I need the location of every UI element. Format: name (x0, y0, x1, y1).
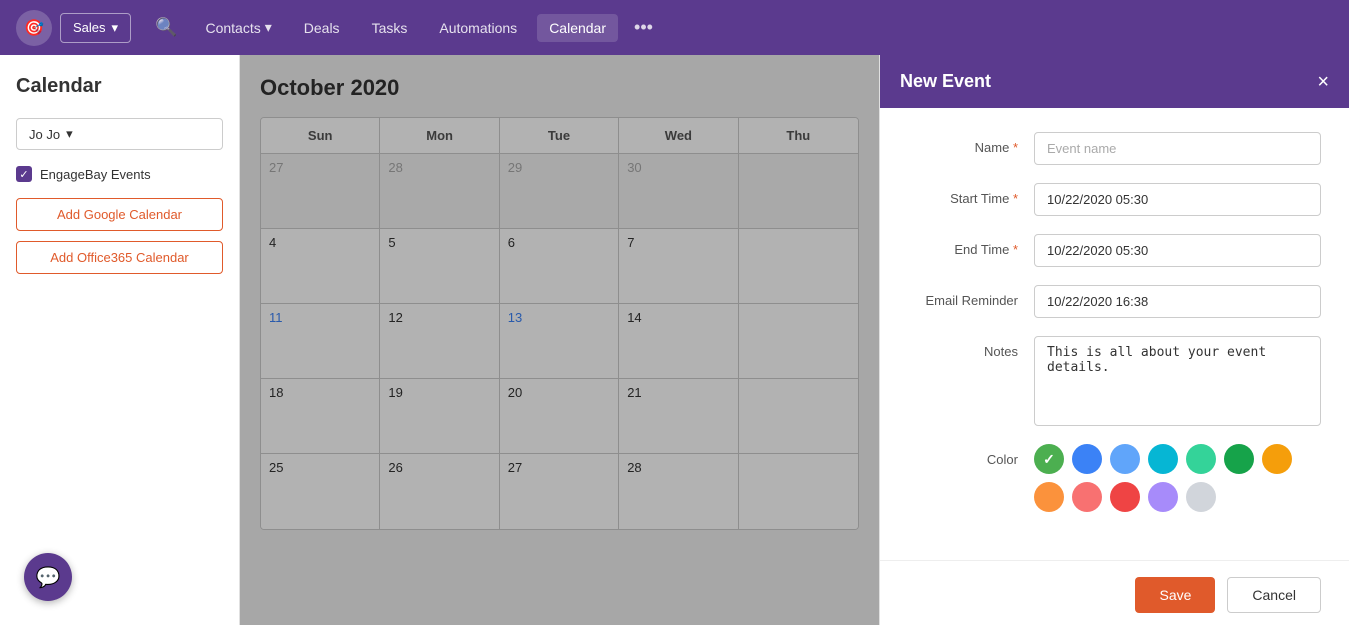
event-panel-title: New Event (900, 71, 991, 92)
nav-deals[interactable]: Deals (292, 14, 352, 42)
end-time-input[interactable] (1034, 234, 1321, 267)
color-label: Color (908, 444, 1018, 467)
start-time-input[interactable] (1034, 183, 1321, 216)
add-office365-calendar-button[interactable]: Add Office365 Calendar (16, 241, 223, 274)
user-name: Jo Jo (29, 127, 60, 142)
color-option[interactable] (1034, 482, 1064, 512)
calendar-area: October 2020 Sun Mon Tue Wed Thu 2728293… (240, 55, 879, 625)
email-reminder-input[interactable] (1034, 285, 1321, 318)
color-option[interactable] (1110, 444, 1140, 474)
color-option[interactable] (1110, 482, 1140, 512)
start-time-field-row: Start Time * (908, 183, 1321, 216)
color-option[interactable] (1262, 444, 1292, 474)
color-option[interactable] (1148, 444, 1178, 474)
event-panel-body: Name * Start Time * End Time * (880, 108, 1349, 560)
event-name-input[interactable] (1034, 132, 1321, 165)
engagebay-events-label: EngageBay Events (40, 167, 151, 182)
color-options (1034, 444, 1321, 512)
new-event-panel: New Event × Name * Start Time * (879, 55, 1349, 625)
more-options-icon[interactable]: ••• (626, 13, 661, 42)
end-time-field-row: End Time * (908, 234, 1321, 267)
sidebar: Calendar Jo Jo ▾ ✓ EngageBay Events Add … (0, 55, 240, 625)
chat-button[interactable]: 💬 (24, 553, 72, 601)
search-icon[interactable]: 🔍 (147, 13, 185, 42)
color-option[interactable] (1186, 444, 1216, 474)
nav-tasks[interactable]: Tasks (360, 14, 420, 42)
add-google-calendar-button[interactable]: Add Google Calendar (16, 198, 223, 231)
nav-contacts[interactable]: Contacts ▾ (193, 13, 283, 42)
color-option[interactable] (1148, 482, 1178, 512)
end-required-indicator: * (1013, 242, 1018, 257)
color-option[interactable] (1034, 444, 1064, 474)
color-option[interactable] (1072, 482, 1102, 512)
color-option[interactable] (1072, 444, 1102, 474)
event-panel-footer: Save Cancel (880, 560, 1349, 625)
user-arrow-icon: ▾ (66, 126, 73, 142)
color-option[interactable] (1186, 482, 1216, 512)
email-reminder-field-row: Email Reminder (908, 285, 1321, 318)
chat-icon: 💬 (36, 565, 61, 590)
sidebar-title: Calendar (16, 75, 223, 98)
email-reminder-label: Email Reminder (908, 285, 1018, 308)
start-time-label: Start Time * (908, 183, 1018, 206)
notes-label: Notes (908, 336, 1018, 359)
notes-field-row: Notes This is all about your event detai… (908, 336, 1321, 426)
color-option[interactable] (1224, 444, 1254, 474)
contacts-arrow-icon: ▾ (265, 19, 272, 36)
name-field-row: Name * (908, 132, 1321, 165)
start-required-indicator: * (1013, 191, 1018, 206)
engagebay-events-checkbox-row: ✓ EngageBay Events (16, 166, 223, 182)
nav-automations[interactable]: Automations (427, 14, 529, 42)
color-picker-row: Color (908, 444, 1321, 512)
dropdown-arrow-icon: ▾ (112, 20, 119, 36)
engagebay-events-checkbox[interactable]: ✓ (16, 166, 32, 182)
main-layout: Calendar Jo Jo ▾ ✓ EngageBay Events Add … (0, 55, 1349, 625)
cancel-button[interactable]: Cancel (1227, 577, 1321, 613)
nav-calendar[interactable]: Calendar (537, 14, 618, 42)
sales-label: Sales (73, 20, 106, 35)
name-label: Name * (908, 132, 1018, 155)
save-button[interactable]: Save (1135, 577, 1215, 613)
user-selector-dropdown[interactable]: Jo Jo ▾ (16, 118, 223, 150)
close-button[interactable]: × (1317, 72, 1329, 92)
sales-dropdown[interactable]: Sales ▾ (60, 13, 131, 43)
event-panel-header: New Event × (880, 55, 1349, 108)
end-time-label: End Time * (908, 234, 1018, 257)
logo-icon[interactable]: 🎯 (16, 10, 52, 46)
modal-overlay (240, 55, 879, 625)
top-navigation: 🎯 Sales ▾ 🔍 Contacts ▾ Deals Tasks Autom… (0, 0, 1349, 55)
notes-textarea[interactable]: This is all about your event details. (1034, 336, 1321, 426)
name-required-indicator: * (1013, 140, 1018, 155)
